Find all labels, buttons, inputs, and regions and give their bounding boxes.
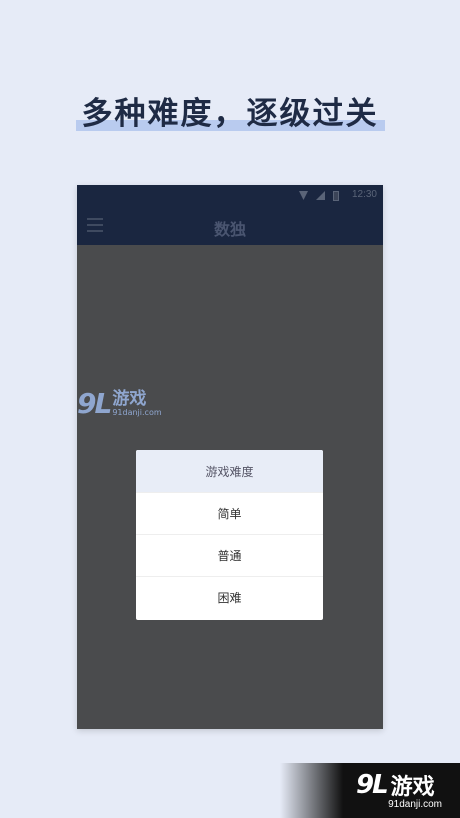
phone-screen: 12:30 数独 9L 游戏 91danji.com 游戏难度 简单 普通 困难 [77, 185, 383, 729]
corner-url: 91danji.com [388, 799, 442, 810]
battery-icon [333, 191, 339, 201]
status-icons [299, 191, 339, 201]
watermark-logo: 9L 游戏 91danji.com [77, 387, 162, 420]
status-bar: 12:30 [77, 185, 383, 207]
difficulty-dialog: 游戏难度 简单 普通 困难 [136, 450, 323, 620]
corner-mark: 9L [356, 770, 389, 800]
app-bar: 数独 [77, 207, 383, 245]
status-time: 12:30 [351, 189, 377, 200]
option-hard[interactable]: 困难 [136, 576, 323, 618]
dimmed-content[interactable]: 9L 游戏 91danji.com 游戏难度 简单 普通 困难 [77, 245, 383, 729]
dialog-title: 游戏难度 [136, 450, 323, 492]
headline-label: 多种难度，逐级过关 [81, 96, 379, 132]
headline-text: 多种难度，逐级过关 [75, 88, 385, 133]
watermark-url: 91danji.com [112, 407, 162, 417]
option-normal[interactable]: 普通 [136, 534, 323, 576]
corner-name: 游戏 [390, 775, 435, 800]
promo-headline: 多种难度，逐级过关 [0, 88, 460, 133]
option-easy[interactable]: 简单 [136, 492, 323, 534]
watermark-name: 游戏 [112, 388, 147, 409]
signal-icon [316, 191, 325, 200]
corner-watermark: 9L 游戏 91danji.com [280, 763, 460, 818]
wifi-icon [299, 191, 308, 200]
app-title: 数独 [213, 220, 246, 239]
watermark-mark: 9L [77, 387, 112, 420]
